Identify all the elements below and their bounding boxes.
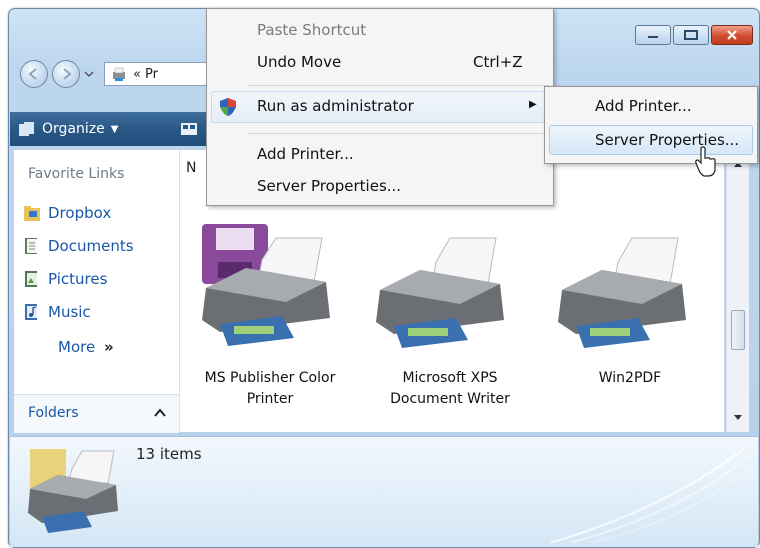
favorite-links-title: Favorite Links: [28, 166, 125, 182]
printer-name-line: MS Publisher Color: [204, 370, 336, 386]
dropbox-folder-icon: [24, 206, 40, 221]
close-icon: [727, 30, 737, 40]
uac-shield-icon: [220, 98, 236, 116]
caption-buttons: [635, 25, 753, 45]
sidebar-item-pictures[interactable]: Pictures: [24, 270, 107, 288]
folders-bar[interactable]: Folders: [14, 394, 179, 433]
printers-folder-icon: [113, 67, 125, 81]
submenu-arrow-icon: ▶: [529, 99, 537, 110]
printer-name-line: Win2PDF: [598, 370, 662, 386]
sidebar-item-label: Music: [48, 303, 91, 321]
sidebar-item-music[interactable]: Music: [24, 303, 91, 321]
music-icon: [25, 304, 37, 320]
organize-label: Organize: [42, 121, 105, 137]
back-button[interactable]: [20, 60, 48, 88]
sidebar-item-documents[interactable]: Documents: [24, 237, 134, 255]
printer-item-microsoft-xps[interactable]: Microsoft XPS Document Writer: [360, 214, 540, 414]
views-icon[interactable]: [180, 121, 198, 137]
organize-button[interactable]: Organize ▼: [18, 118, 118, 140]
menu-item-paste-shortcut: Paste Shortcut: [257, 21, 367, 39]
maximize-button[interactable]: [673, 25, 709, 45]
column-header-name[interactable]: N: [186, 160, 196, 176]
menu-item-label: Run as administrator: [257, 97, 414, 115]
item-count: 13 items: [136, 445, 202, 463]
menu-item-server-properties[interactable]: Server Properties...: [257, 177, 401, 195]
sidebar-item-label: Pictures: [48, 270, 108, 288]
printer-name-line: Printer: [246, 391, 294, 407]
organize-dropdown-icon: ▼: [110, 123, 119, 135]
organize-icon: [19, 122, 34, 136]
printer-item-ms-publisher[interactable]: MS Publisher Color Printer: [180, 214, 360, 414]
submenu-item-server-properties[interactable]: Server Properties...: [595, 131, 739, 149]
mouse-cursor-icon: [695, 146, 716, 177]
submenu-item-add-printer[interactable]: Add Printer...: [595, 97, 692, 115]
recent-pages-chevron-icon[interactable]: [84, 70, 94, 78]
printer-thumbnail-icon: [28, 449, 118, 533]
printer-name: Microsoft XPS Document Writer: [370, 368, 530, 410]
printer-icon: [376, 237, 504, 348]
back-arrow-icon: [28, 68, 37, 80]
context-menu: Paste Shortcut Undo Move Ctrl+Z Run as a…: [206, 8, 554, 206]
breadcrumb-overflow-icon[interactable]: «: [133, 67, 141, 82]
printer-name-line: Microsoft XPS: [402, 370, 498, 386]
more-chevron-icon: »: [103, 338, 114, 356]
menu-item-label: Undo Move: [257, 53, 342, 71]
printer-name-line: Document Writer: [390, 391, 510, 407]
navigation-pane: Favorite Links Dropbox Documents Picture…: [14, 150, 180, 433]
sidebar-item-label: Documents: [48, 237, 134, 255]
vertical-scrollbar[interactable]: [726, 150, 749, 432]
run-as-submenu: Add Printer... Server Properties...: [544, 86, 758, 164]
printer-icon: [558, 237, 686, 348]
sidebar-item-label: Dropbox: [48, 204, 112, 222]
details-pane: 13 items: [10, 436, 758, 547]
address-text: Pr: [144, 66, 158, 82]
printer-name: Win2PDF: [550, 368, 710, 389]
decorative-swoosh: [550, 447, 750, 543]
sidebar-more-link[interactable]: More »: [58, 338, 114, 356]
menu-item-undo-shortcut: Ctrl+Z: [473, 53, 523, 71]
documents-icon: [25, 238, 37, 254]
minimize-button[interactable]: [635, 25, 671, 45]
printer-name: MS Publisher Color Printer: [190, 368, 350, 410]
folders-label: Folders: [28, 405, 79, 421]
menu-separator: [247, 85, 549, 86]
collapse-chevron-icon: [154, 408, 166, 417]
forward-button[interactable]: [52, 60, 80, 88]
forward-arrow-icon: [63, 68, 72, 80]
printer-icon: [202, 224, 330, 346]
menu-item-add-printer[interactable]: Add Printer...: [257, 145, 354, 163]
address-bar[interactable]: « Pr: [104, 62, 214, 86]
sidebar-item-dropbox[interactable]: Dropbox: [24, 204, 111, 222]
close-button[interactable]: [711, 25, 753, 45]
more-label: More: [58, 338, 96, 356]
menu-separator: [247, 133, 549, 134]
menu-item-undo-move[interactable]: Undo Move: [257, 53, 341, 71]
pictures-icon: [25, 271, 37, 287]
printer-item-win2pdf[interactable]: Win2PDF: [540, 214, 720, 414]
scroll-down-icon[interactable]: [733, 414, 743, 422]
maximize-icon: [684, 30, 698, 40]
scrollbar-thumb[interactable]: [731, 310, 745, 350]
minimize-icon: [648, 36, 658, 38]
